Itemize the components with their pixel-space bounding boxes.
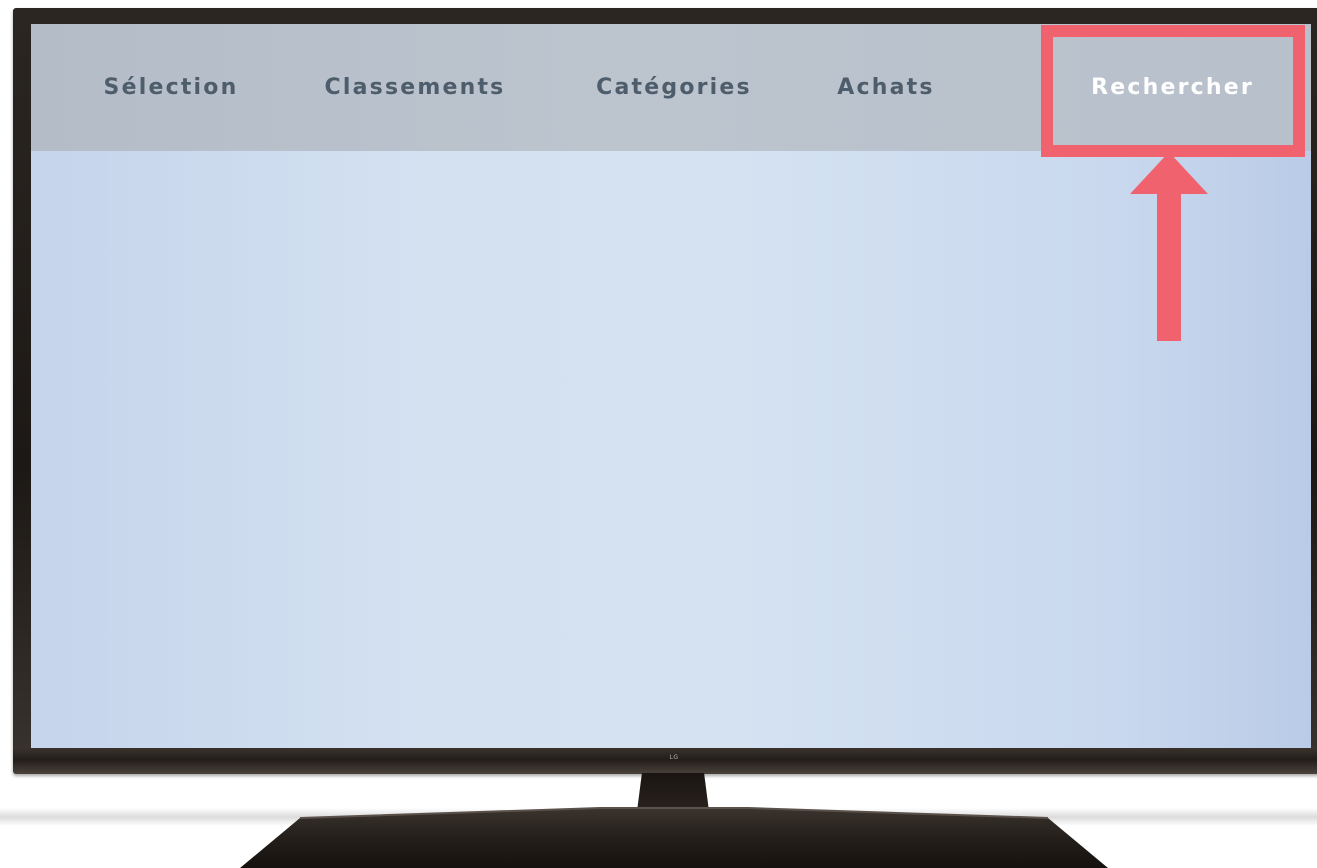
tv-mockup: LG Sélection Classements Catégories Acha…: [0, 0, 1317, 868]
menu-item-rechercher[interactable]: Rechercher: [1051, 24, 1294, 151]
tv-screen: Sélection Classements Catégories Achats …: [31, 24, 1311, 748]
tv-stand-base: [240, 806, 1108, 868]
arrow-shaft: [1157, 192, 1181, 341]
brand-logo: LG: [669, 754, 679, 761]
menu-item-achats[interactable]: Achats: [831, 24, 941, 151]
arrow-up-icon: [1130, 152, 1208, 194]
menu-item-classements[interactable]: Classements: [315, 24, 515, 151]
menu-item-categories[interactable]: Catégories: [584, 24, 764, 151]
menu-item-selection[interactable]: Sélection: [91, 24, 251, 151]
top-menu-bar: Sélection Classements Catégories Achats …: [31, 24, 1311, 151]
